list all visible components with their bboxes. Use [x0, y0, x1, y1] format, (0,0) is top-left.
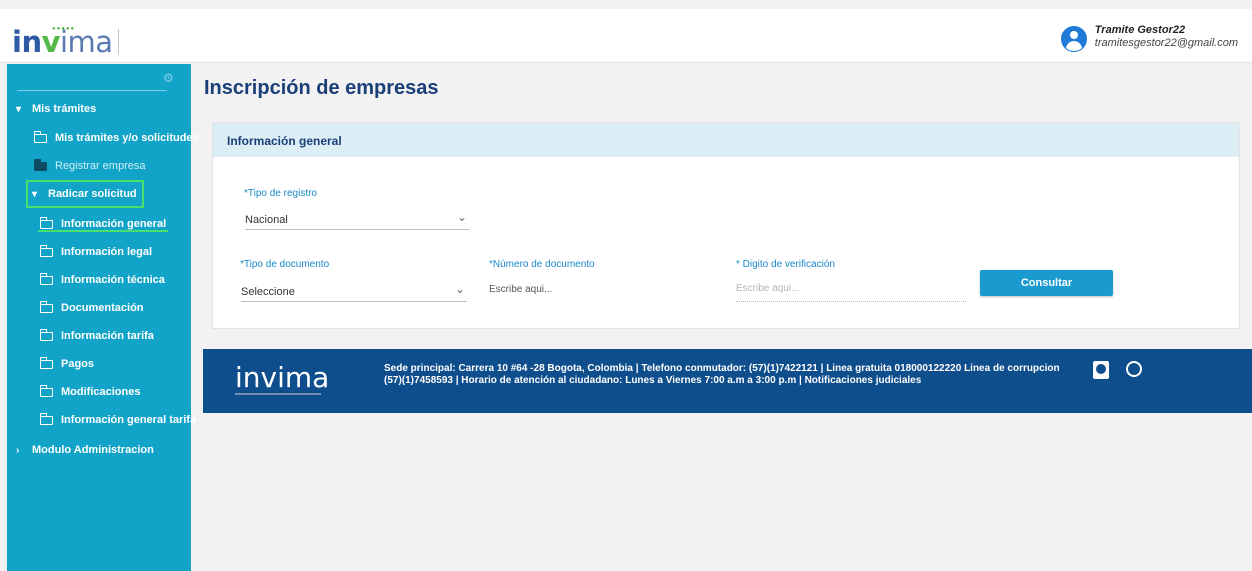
folder-icon [39, 272, 53, 285]
sidebar-item-informacion-tecnica[interactable]: Información técnica [39, 272, 165, 286]
folder-icon [39, 412, 53, 425]
folder-icon [39, 244, 53, 257]
sidebar-section-label: Modulo Administracion [32, 444, 154, 456]
card-header: Información general [213, 123, 1239, 157]
tipo-registro-select[interactable]: Nacional ⌄ [245, 210, 469, 230]
consultar-button[interactable]: Consultar [980, 270, 1113, 296]
sidebar-item-label: Información tarifa [61, 330, 154, 342]
sidebar-item-label: Mis trámites y/o solicitudes [55, 132, 199, 144]
sidebar-section-modulo-administracion[interactable]: › Modulo Administracion [16, 444, 154, 456]
footer-logo-tagline-line [235, 393, 321, 395]
folder-icon [39, 328, 53, 341]
sidebar-section-label: Mis trámites [32, 103, 97, 115]
logo-divider [118, 29, 119, 55]
footer-invima-logo: invima [235, 361, 330, 394]
footer-contact-text: Sede principal: Carrera 10 #64 -28 Bogot… [384, 363, 1084, 387]
numero-documento-label: *Número de documento [489, 259, 595, 270]
numero-documento-input[interactable]: Escribe aqui... [489, 284, 709, 302]
sidebar-item-label: Registrar empresa [55, 160, 146, 172]
sidebar: ⚙ ▾ Mis trámites Mis trámites y/o solici… [7, 64, 199, 571]
sidebar-section-label: Radicar solicitud [48, 188, 137, 200]
tipo-documento-label: *Tipo de documento [240, 259, 330, 270]
digito-verificacion-input[interactable]: Escribe aqui... [736, 283, 966, 302]
chevron-down-icon: ⌄ [456, 210, 467, 224]
footer-line-1: Sede principal: Carrera 10 #64 -28 Bogot… [384, 363, 1060, 374]
chevron-down-icon: ⌄ [454, 282, 465, 296]
tipo-registro-value: Nacional [245, 214, 288, 226]
sidebar-item-label: Información general tarifa [61, 414, 197, 426]
page-title: Inscripción de empresas [204, 77, 439, 99]
sidebar-item-label: Información técnica [61, 274, 165, 286]
sidebar-item-mis-tramites-solicitudes[interactable]: Mis trámites y/o solicitudes [33, 130, 199, 144]
sidebar-divider [17, 90, 167, 91]
digito-verificacion-placeholder: Escribe aqui... [736, 283, 800, 294]
tipo-documento-select[interactable]: Seleccione ⌄ [241, 282, 467, 302]
sidebar-item-informacion-legal[interactable]: Información legal [39, 244, 153, 258]
folder-icon [33, 158, 47, 171]
user-email: tramitesgestor22@gmail.com [1094, 37, 1238, 49]
active-underline [38, 230, 168, 232]
card-title: Información general [227, 134, 342, 148]
footer: invima Sede principal: Carrera 10 #64 -2… [203, 349, 1252, 413]
numero-documento-placeholder: Escribe aqui... [489, 284, 553, 295]
sidebar-item-pagos[interactable]: Pagos [39, 356, 95, 370]
invima-logo[interactable]: ●●●●● invima [12, 26, 119, 58]
folder-icon [33, 130, 47, 143]
digito-verificacion-label: * Digito de verificación [736, 259, 835, 270]
tipo-registro-label: *Tipo de registro [244, 188, 317, 199]
sidebar-item-label: Pagos [61, 358, 95, 370]
sidebar-item-modificaciones[interactable]: Modificaciones [39, 384, 141, 398]
chevron-down-icon: ▾ [32, 188, 38, 200]
sidebar-item-label: Información general [61, 218, 167, 230]
user-menu[interactable]: Tramite Gestor22 tramitesgestor22@gmail.… [1060, 24, 1238, 56]
sidebar-item-informacion-general[interactable]: Información general [39, 216, 167, 230]
logo-dots-decoration: ●●●●● [52, 26, 76, 32]
certification-seal-icon [1093, 361, 1109, 379]
sidebar-item-registrar-empresa[interactable]: Registrar empresa [33, 158, 146, 172]
user-avatar-icon[interactable] [1060, 26, 1087, 52]
user-name: Tramite Gestor22 [1094, 24, 1186, 36]
sidebar-item-label: Documentación [61, 302, 144, 314]
chevron-down-icon: ▾ [16, 103, 22, 115]
top-header: ●●●●● invima Tramite Gestor22 tramitesge… [0, 9, 1252, 63]
sidebar-section-radicar-solicitud[interactable]: ▾ Radicar solicitud [32, 188, 137, 200]
folder-icon [39, 216, 53, 229]
footer-line-2: (57)(1)7458593 | Horario de atención al … [384, 375, 922, 386]
sidebar-item-documentacion[interactable]: Documentación [39, 300, 144, 314]
folder-icon [39, 300, 53, 313]
quality-seal-icon [1126, 361, 1142, 377]
folder-icon [39, 356, 53, 369]
tipo-documento-value: Seleccione [241, 286, 295, 298]
sidebar-item-label: Información legal [61, 246, 153, 258]
sidebar-item-label: Modificaciones [61, 386, 141, 398]
sidebar-item-informacion-tarifa[interactable]: Información tarifa [39, 328, 154, 342]
chevron-right-icon: › [16, 444, 20, 456]
sidebar-section-mis-tramites[interactable]: ▾ Mis trámites [16, 103, 96, 115]
sidebar-item-informacion-general-tarifa[interactable]: Información general tarifa [39, 412, 197, 426]
folder-icon [39, 384, 53, 397]
gear-icon[interactable]: ⚙ [163, 71, 174, 85]
